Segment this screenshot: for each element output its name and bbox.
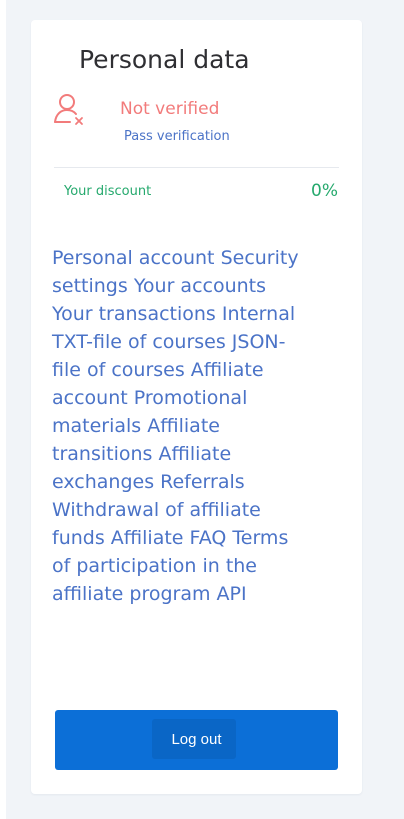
menu-item-referrals[interactable]: Referrals — [160, 471, 245, 493]
logout-button[interactable]: Log out — [55, 710, 338, 770]
discount-value: 0% — [311, 181, 338, 201]
left-panel-edge — [0, 0, 6, 819]
menu-item-api[interactable]: API — [217, 583, 247, 605]
verification-status: Not verified — [120, 99, 220, 119]
account-menu: Personal account Security settings Your … — [52, 244, 307, 608]
menu-item-affiliate-faq[interactable]: Affiliate FAQ — [111, 527, 227, 549]
pass-verification-link[interactable]: Pass verification — [124, 128, 230, 146]
menu-item-your-transactions[interactable]: Your transactions — [52, 303, 216, 325]
menu-item-your-accounts[interactable]: Your accounts — [134, 275, 266, 297]
menu-item-personal-account[interactable]: Personal account — [52, 247, 215, 269]
discount-label: Your discount — [64, 184, 152, 199]
card-title: Personal data — [79, 45, 250, 74]
user-unverified-icon — [54, 94, 83, 125]
divider — [54, 167, 339, 168]
logout-label: Log out — [171, 731, 222, 748]
personal-data-card: Personal data Not verified Pass verifica… — [31, 20, 362, 794]
